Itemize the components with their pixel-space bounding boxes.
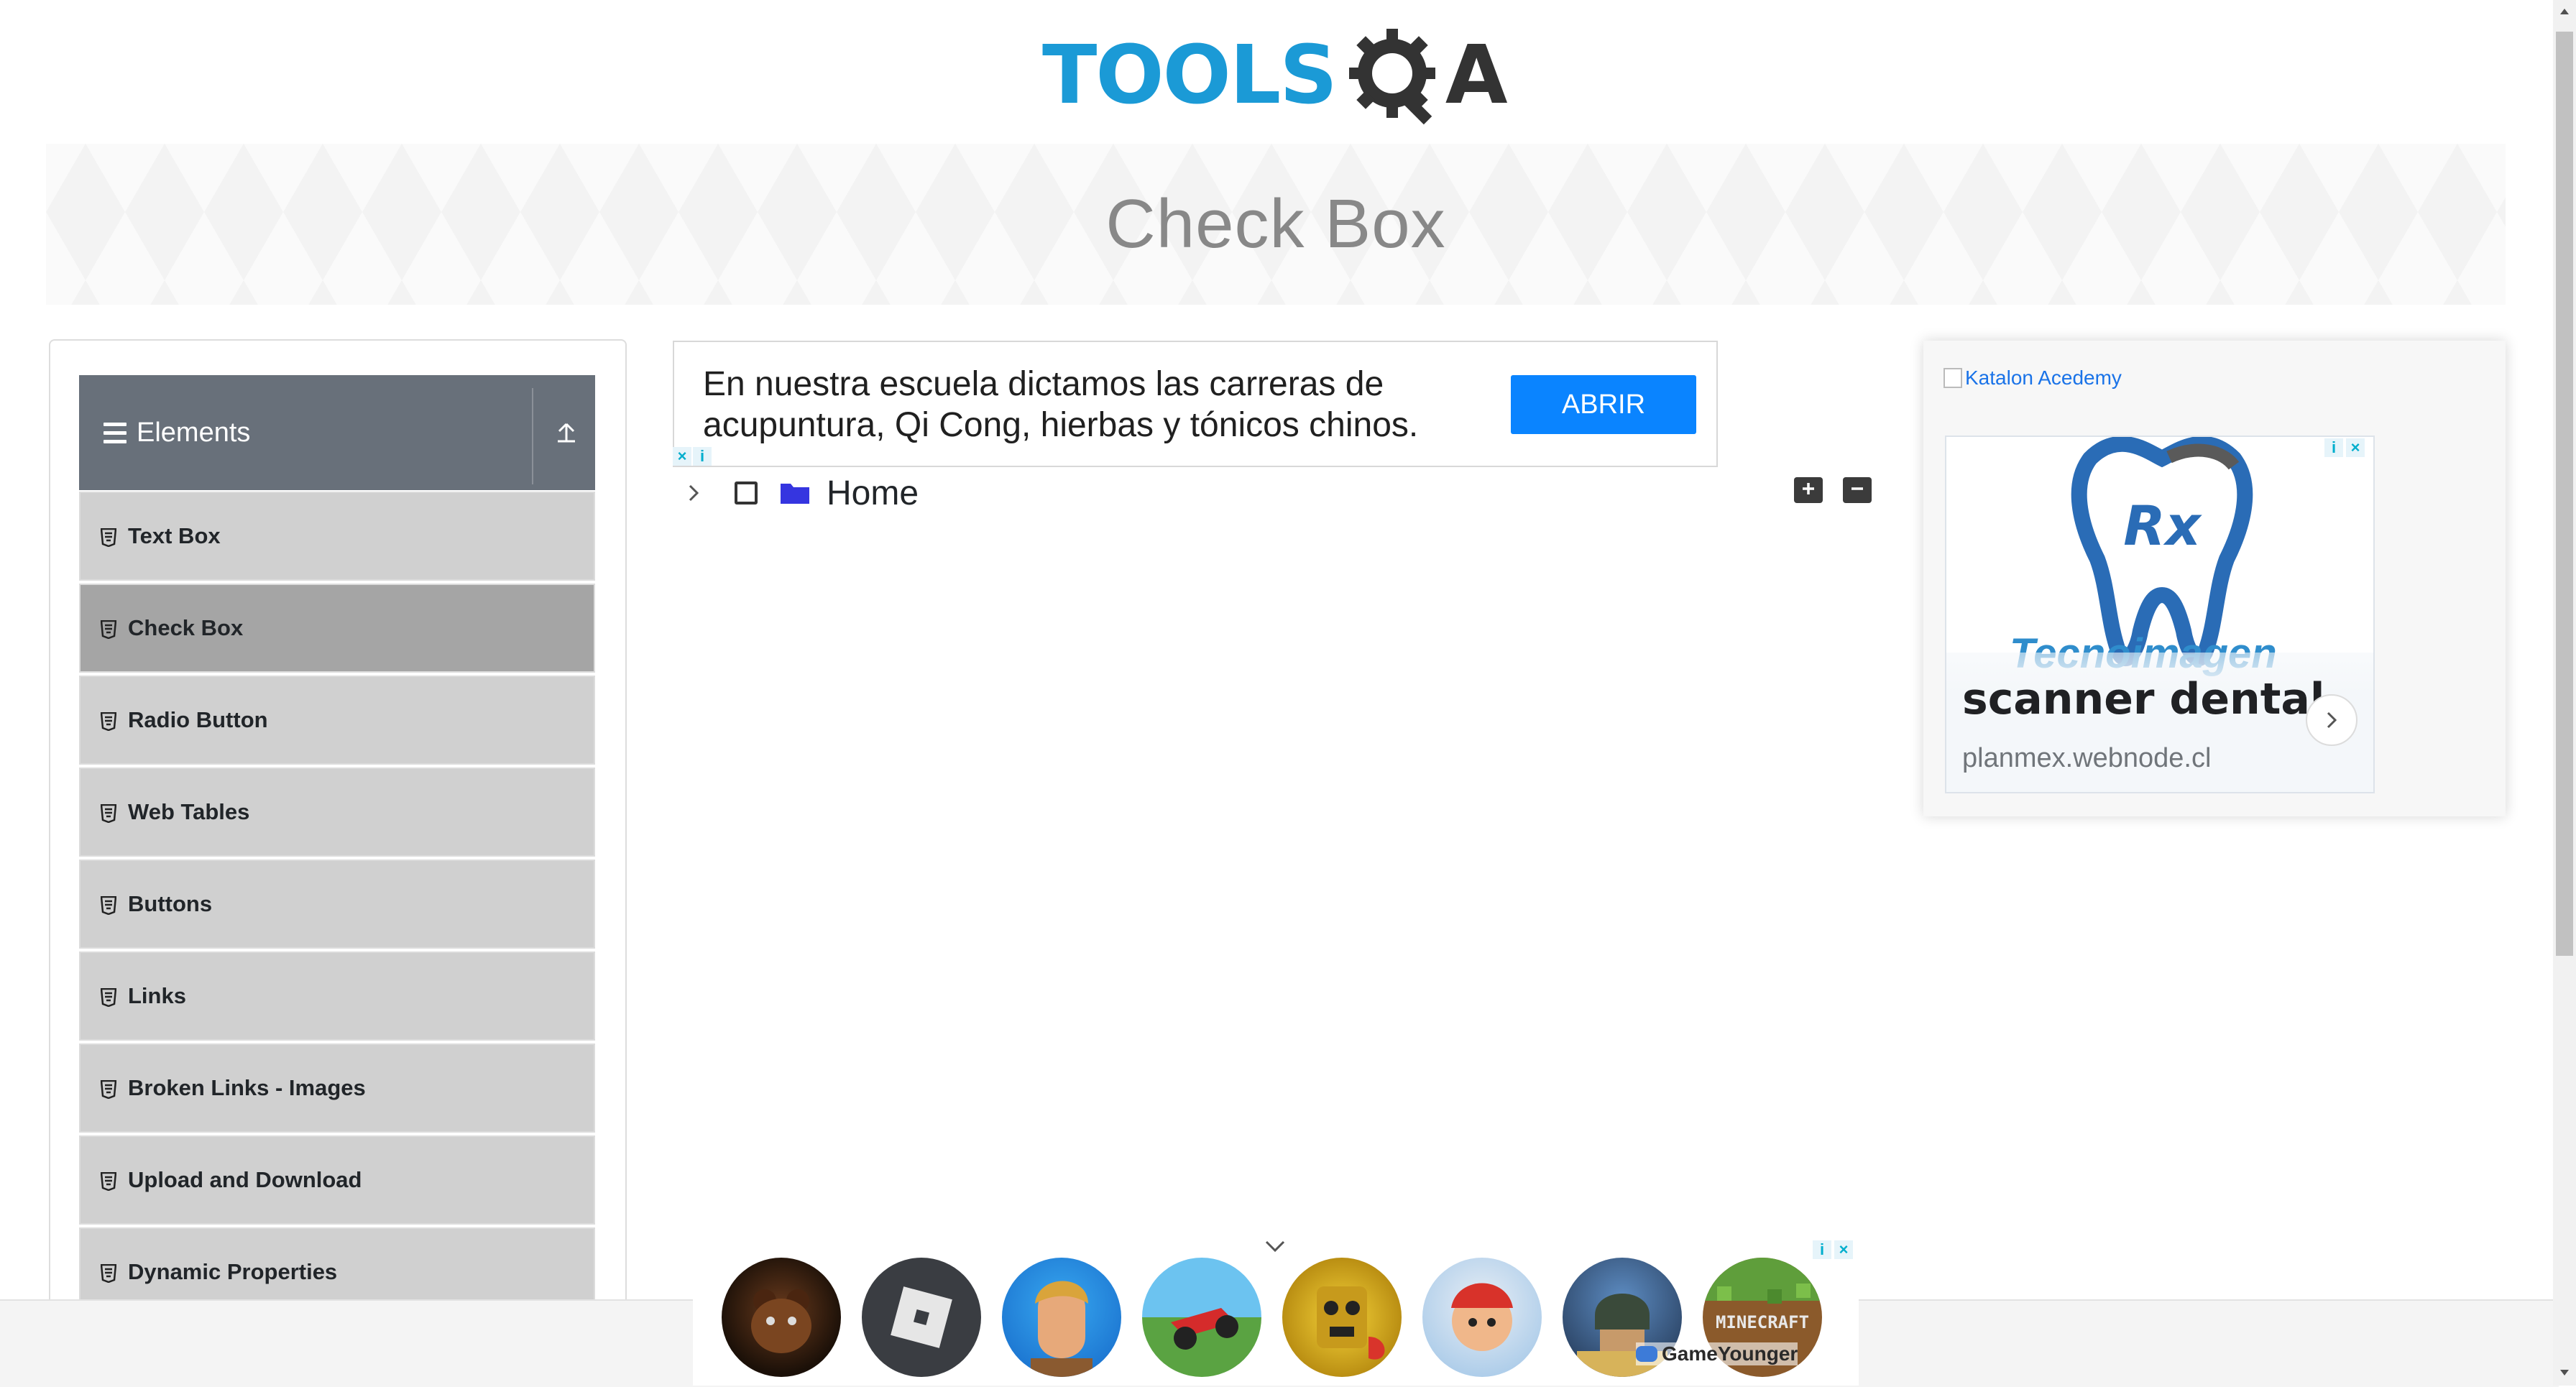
sidebar-item-label: Links	[128, 983, 186, 1008]
html5-icon	[100, 711, 117, 732]
close-icon[interactable]: ×	[2346, 438, 2365, 457]
game-icon-fnaf[interactable]	[722, 1258, 841, 1377]
elements-group-header[interactable]: Elements	[79, 375, 595, 490]
ad-url[interactable]: planmex.webnode.cl	[1962, 743, 2211, 774]
html5-icon	[100, 803, 117, 824]
hamburger-icon	[104, 422, 126, 443]
game-icon-roblox[interactable]	[862, 1258, 981, 1377]
page-banner: Check Box	[46, 144, 2506, 305]
html5-icon	[100, 1079, 117, 1100]
ad-choices: × i	[673, 447, 716, 467]
gameyounger-text: GameYounger	[1662, 1342, 1798, 1365]
arrow-up-icon[interactable]	[551, 417, 582, 448]
sidebar-item-links[interactable]: Links	[79, 951, 595, 1041]
collapse-all-button[interactable]	[1843, 477, 1872, 503]
dental-ad-card[interactable]: Rx Tecnoimagen scanner dental planmex.we…	[1945, 436, 2375, 793]
minus-square-icon	[1849, 480, 1866, 501]
ad-text: En nuestra escuela dictamos las carreras…	[703, 365, 1419, 444]
sidebar-item-label: Radio Button	[128, 707, 268, 732]
katalon-ad-image[interactable]: Katalon Acedemy	[1944, 367, 2122, 390]
sidebar-item-text-box[interactable]: Text Box	[79, 492, 595, 581]
html5-icon	[100, 1263, 117, 1284]
group-title: Elements	[137, 417, 251, 448]
html5-icon	[100, 895, 117, 916]
sidebar-item-label: Broken Links - Images	[128, 1075, 366, 1100]
sidebar-item-check-box[interactable]: Check Box	[79, 584, 595, 673]
scroll-up-icon[interactable]	[2559, 6, 2570, 17]
html5-icon	[100, 527, 117, 548]
toolsqa-logo[interactable]: TOOLS A	[1042, 22, 1517, 129]
page-scrollbar[interactable]	[2553, 0, 2576, 1386]
scroll-down-icon[interactable]	[2559, 1367, 2570, 1378]
header-divider	[532, 388, 533, 484]
info-icon[interactable]: i	[693, 447, 712, 466]
sidebar-item-broken-links[interactable]: Broken Links - Images	[79, 1043, 595, 1133]
sidebar-item-label: Check Box	[128, 615, 244, 640]
game-icon-hill-climb[interactable]	[1142, 1258, 1261, 1377]
sidebar-item-buttons[interactable]: Buttons	[79, 860, 595, 949]
tree-node-home: Home	[683, 471, 919, 515]
gamepad-icon	[1636, 1346, 1657, 1362]
html5-icon	[100, 619, 117, 640]
plus-square-icon	[1800, 480, 1817, 501]
gameyounger-brand[interactable]: GameYounger	[1636, 1342, 1798, 1365]
game-icon-subway-surfers[interactable]	[1422, 1258, 1542, 1377]
chevron-right-icon[interactable]	[683, 482, 704, 504]
broken-image-icon	[1944, 368, 1962, 388]
expand-all-button[interactable]	[1794, 477, 1823, 503]
close-icon[interactable]: ×	[1834, 1240, 1853, 1259]
ad-choices: i ×	[2324, 438, 2365, 457]
page-title: Check Box	[1105, 185, 1446, 262]
sidebar-item-web-tables[interactable]: Web Tables	[79, 768, 595, 857]
home-checkbox[interactable]	[735, 481, 758, 504]
right-ad-panel: Katalon Acedemy Rx Tecnoimagen scanner d…	[1923, 341, 2506, 816]
sidebar-item-upload-download[interactable]: Upload and Download	[79, 1135, 595, 1225]
bottom-game-ad: MINECRAFT GameYounger i ×	[693, 1236, 1859, 1386]
logo-text: TOOLS	[1042, 29, 1338, 122]
gear-magnifier-icon	[1342, 22, 1450, 129]
chevron-right-icon[interactable]	[2306, 694, 2358, 746]
sidebar-item-label: Dynamic Properties	[128, 1259, 338, 1284]
game-icon-fortnite[interactable]	[1002, 1258, 1121, 1377]
sidebar-menu: Text Box Check Box Radio Button Web Tabl…	[79, 492, 595, 1319]
ad-choices: i ×	[1813, 1240, 1853, 1259]
rx-logo-text: Rx	[2123, 494, 2202, 558]
sidebar-item-label: Web Tables	[128, 799, 250, 824]
info-icon[interactable]: i	[2324, 438, 2343, 457]
ad-open-button[interactable]: ABRIR	[1511, 375, 1696, 434]
tree-node-label[interactable]: Home	[827, 474, 919, 513]
html5-icon	[100, 987, 117, 1008]
top-ad-banner[interactable]: En nuestra escuela dictamos las carreras…	[673, 341, 1718, 467]
sidebar-item-label: Upload and Download	[128, 1167, 362, 1192]
folder-icon	[779, 481, 811, 505]
chevron-down-icon[interactable]	[1261, 1236, 1289, 1256]
logo-suffix: A	[1445, 29, 1508, 122]
scrollbar-thumb[interactable]	[2556, 32, 2573, 956]
svg-text:MINECRAFT: MINECRAFT	[1716, 1312, 1809, 1332]
katalon-alt-text: Katalon Acedemy	[1965, 367, 2122, 389]
sidebar-item-label: Text Box	[128, 523, 221, 548]
sidebar-item-radio-button[interactable]: Radio Button	[79, 676, 595, 765]
ad-headline[interactable]: scanner dental	[1962, 674, 2324, 724]
html5-icon	[100, 1171, 117, 1192]
info-icon[interactable]: i	[1813, 1240, 1831, 1259]
sidebar-item-label: Buttons	[128, 891, 213, 916]
close-icon[interactable]: ×	[673, 447, 691, 466]
left-sidebar: Elements Text Box Check Box Radio Button…	[49, 339, 627, 1386]
game-icon-temple-run[interactable]	[1282, 1258, 1402, 1377]
